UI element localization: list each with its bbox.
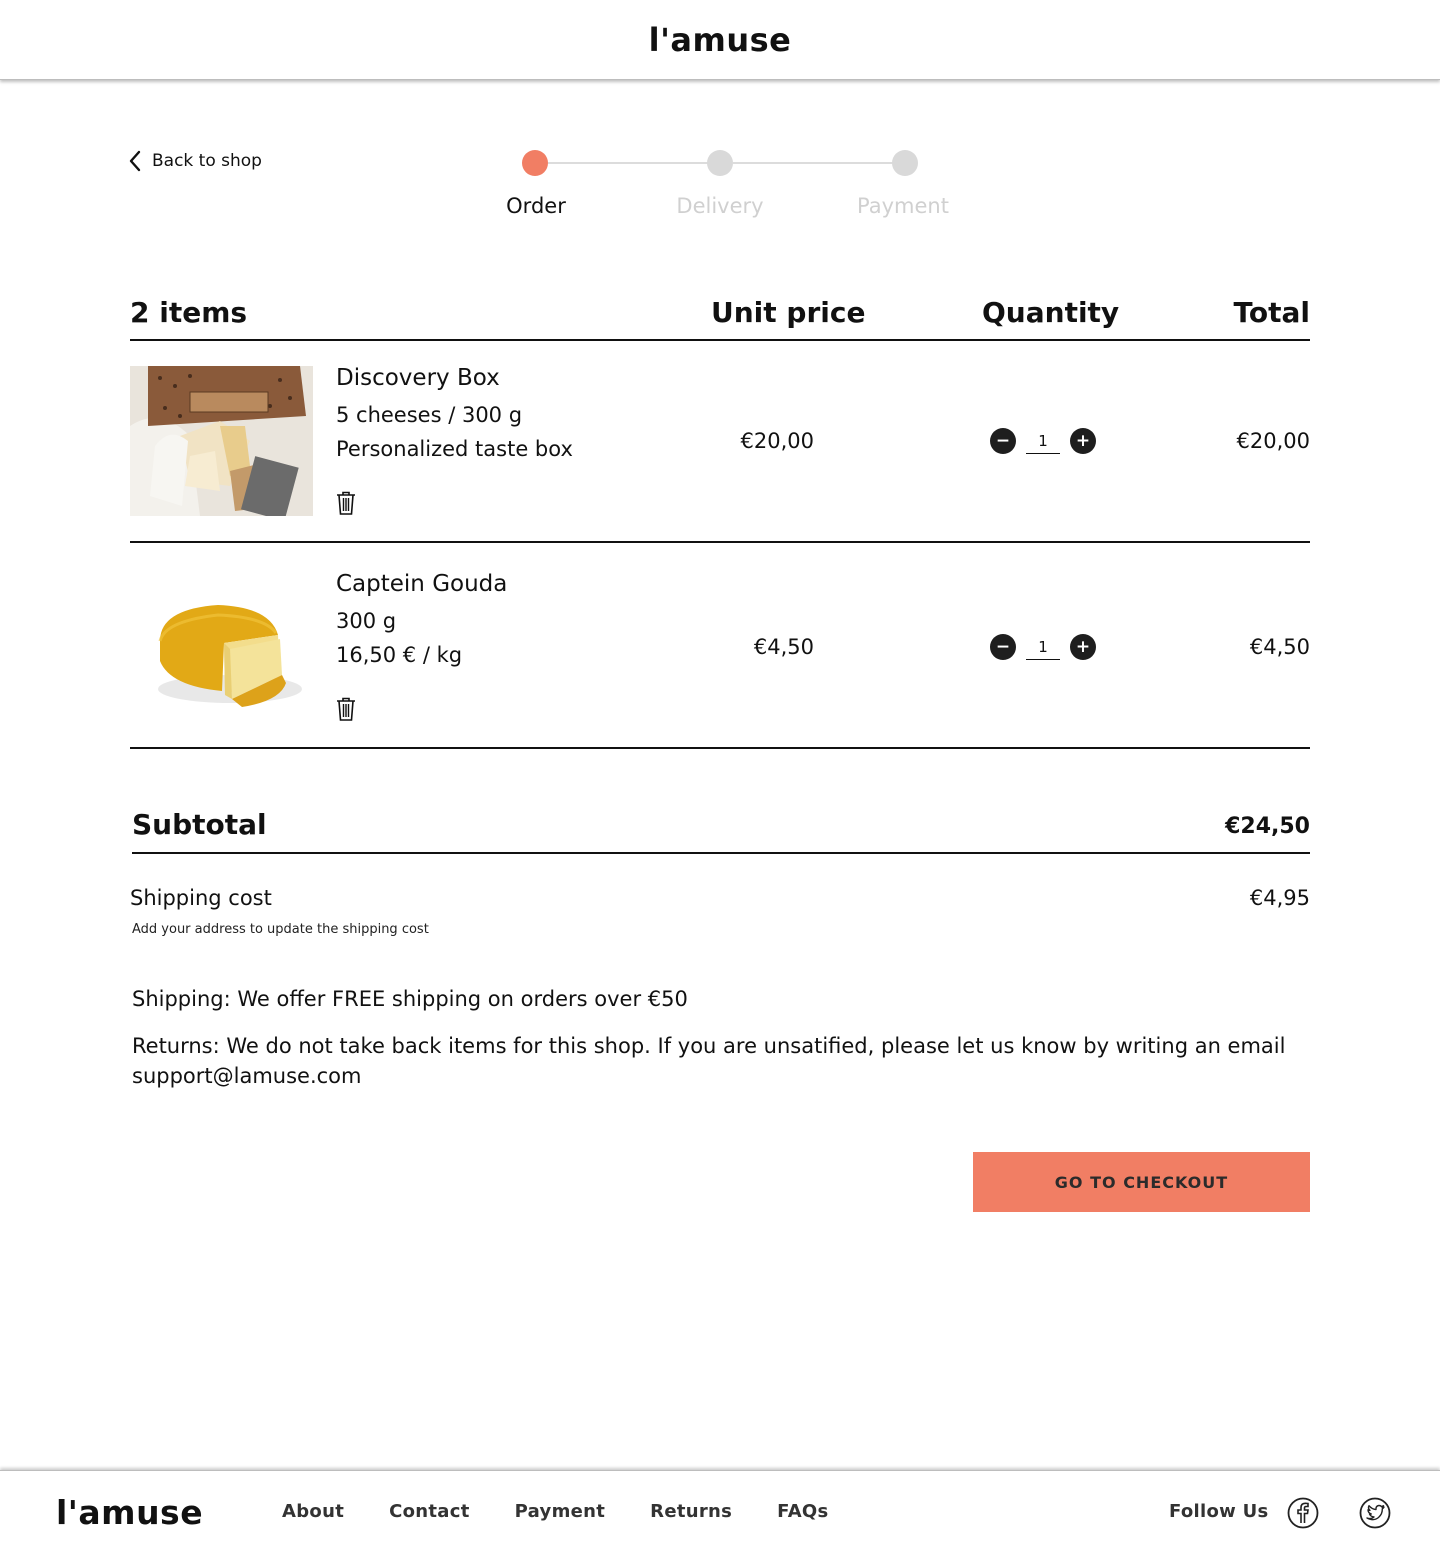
step-payment-dot[interactable] [892, 150, 918, 176]
cart-item-row: Discovery Box 5 cheeses / 300 g Personal… [130, 341, 1310, 543]
footer-link-contact[interactable]: Contact [389, 1501, 470, 1522]
footer-logo[interactable]: l'amuse [56, 1493, 203, 1532]
site-footer: l'amuse About Contact Payment Returns FA… [0, 1470, 1440, 1553]
chevron-left-icon [129, 150, 141, 172]
shipping-cost-value: €4,95 [1249, 886, 1310, 910]
site-header: l'amuse [0, 0, 1440, 80]
support-email[interactable]: support@lamuse.com [132, 1061, 1312, 1091]
item-detail-weight: 300 g [336, 609, 397, 633]
increase-quantity-button[interactable]: + [1070, 428, 1096, 454]
footer-link-payment[interactable]: Payment [515, 1501, 606, 1522]
step-delivery-label: Delivery [676, 194, 764, 218]
increase-quantity-button[interactable]: + [1070, 634, 1096, 660]
item-unit-price: €4,50 [753, 635, 814, 659]
step-connector [548, 162, 708, 164]
quantity-input[interactable] [1026, 428, 1060, 454]
total-header: Total [1233, 296, 1311, 329]
back-to-shop-label: Back to shop [152, 151, 262, 171]
subtotal-row: Subtotal €24,50 [132, 808, 1310, 854]
shipping-cost-note: Add your address to update the shipping … [132, 922, 429, 937]
footer-link-faqs[interactable]: FAQs [777, 1501, 828, 1522]
item-line-total: €4,50 [1249, 635, 1310, 659]
step-connector [733, 162, 893, 164]
items-count-header: 2 items [130, 296, 248, 329]
footer-link-returns[interactable]: Returns [650, 1501, 732, 1522]
back-to-shop-link[interactable]: Back to shop [128, 150, 262, 172]
step-order-label: Order [506, 194, 566, 218]
checkout-stepper: Order Delivery Payment [490, 150, 970, 230]
gouda-wheel-photo [130, 571, 313, 721]
cheese-box-photo [130, 366, 313, 516]
cart-item-row: Captein Gouda 300 g 16,50 € / kg €4,50 −… [130, 543, 1310, 749]
footer-nav: About Contact Payment Returns FAQs [282, 1501, 829, 1522]
item-name[interactable]: Captein Gouda [336, 571, 507, 597]
twitter-icon[interactable] [1359, 1497, 1391, 1529]
subtotal-value: €24,50 [1225, 814, 1310, 839]
shipping-cost-label: Shipping cost [130, 886, 272, 910]
step-payment-label: Payment [857, 194, 949, 218]
step-order-dot[interactable] [522, 150, 548, 176]
quantity-stepper: − + [990, 634, 1096, 660]
trash-icon[interactable] [336, 697, 356, 721]
cart-table-header: 2 items Unit price Quantity Total [130, 296, 1310, 341]
facebook-icon[interactable] [1287, 1497, 1319, 1529]
item-detail-description: Personalized taste box [336, 437, 573, 461]
quantity-input[interactable] [1026, 634, 1060, 660]
shipping-policy: Shipping: We offer FREE shipping on orde… [132, 987, 688, 1011]
returns-policy: Returns: We do not take back items for t… [132, 1034, 1286, 1058]
unit-price-header: Unit price [711, 296, 866, 329]
subtotal-label: Subtotal [132, 808, 267, 841]
decrease-quantity-button[interactable]: − [990, 634, 1016, 660]
item-detail-price-per-kg: 16,50 € / kg [336, 643, 463, 667]
follow-us-label: Follow Us [1169, 1501, 1269, 1522]
trash-icon[interactable] [336, 491, 356, 515]
item-detail-weight: 5 cheeses / 300 g [336, 403, 523, 427]
decrease-quantity-button[interactable]: − [990, 428, 1016, 454]
quantity-header: Quantity [982, 296, 1120, 329]
item-unit-price: €20,00 [740, 429, 814, 453]
go-to-checkout-button[interactable]: GO TO CHECKOUT [973, 1152, 1310, 1212]
item-line-total: €20,00 [1236, 429, 1310, 453]
step-delivery-dot[interactable] [707, 150, 733, 176]
brand-logo[interactable]: l'amuse [649, 21, 792, 59]
item-name[interactable]: Discovery Box [336, 365, 500, 391]
quantity-stepper: − + [990, 428, 1096, 454]
footer-link-about[interactable]: About [282, 1501, 344, 1522]
